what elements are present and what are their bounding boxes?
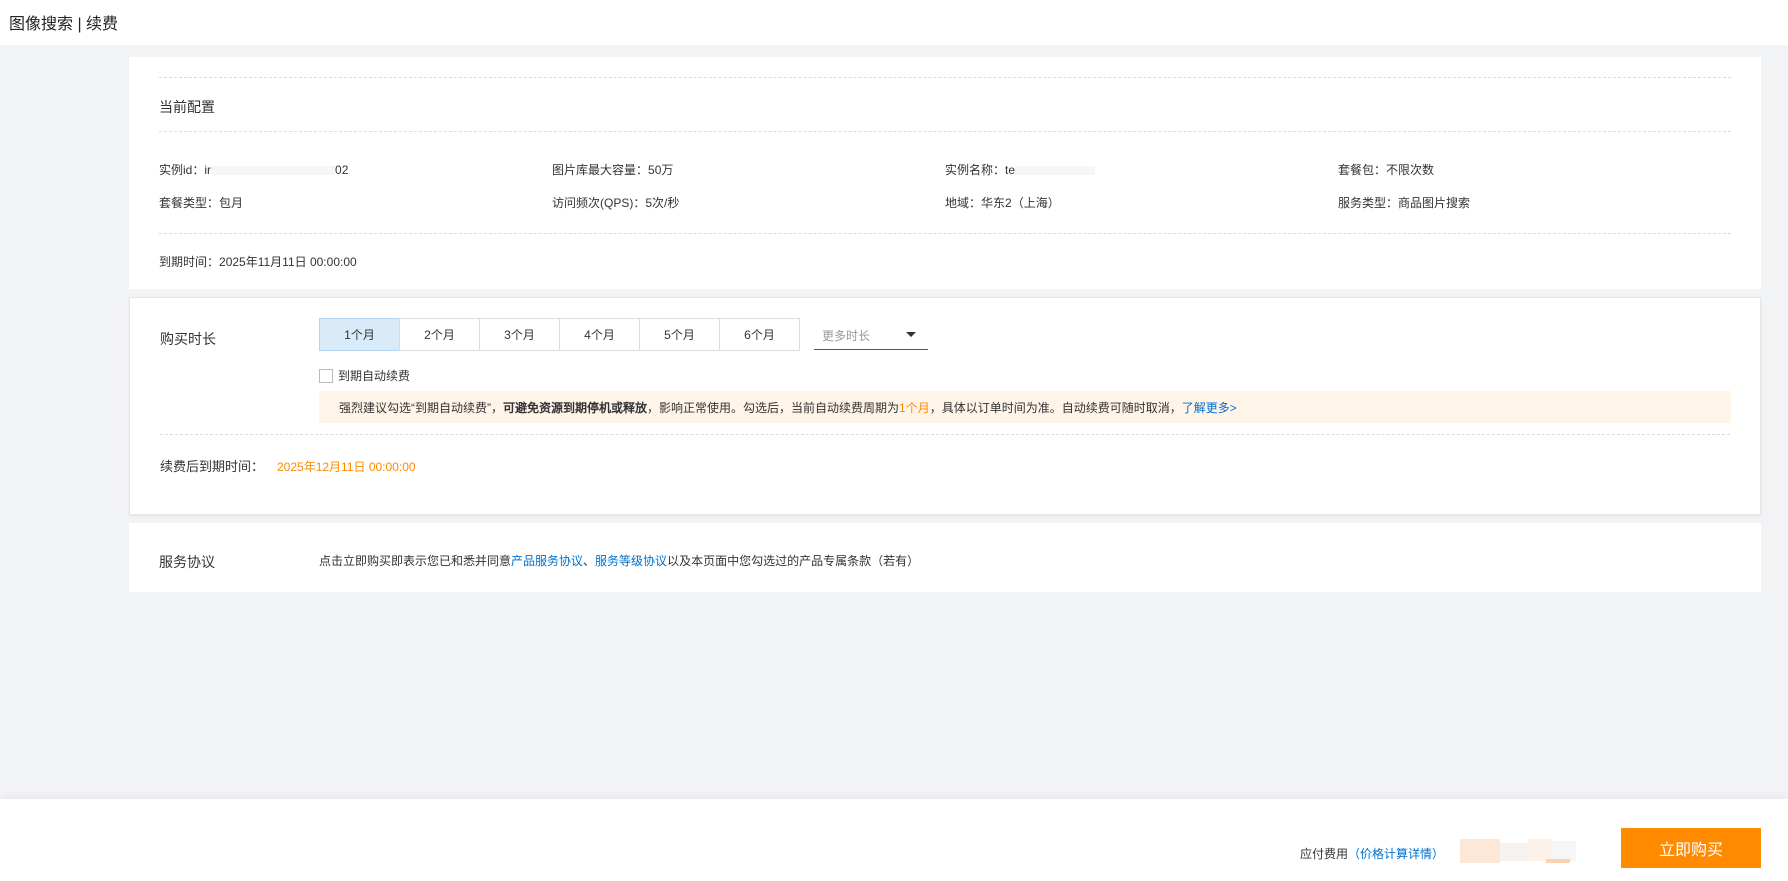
- duration-option-4-months[interactable]: 4个月: [559, 318, 640, 351]
- redaction-mask: [1015, 166, 1096, 176]
- price-redaction-mask: [1460, 839, 1576, 863]
- duration-selector: 1个月 2个月 3个月 4个月 5个月 6个月: [319, 318, 800, 351]
- package-type-value: 包月: [219, 196, 244, 210]
- price-detail-link[interactable]: 价格计算详情: [1360, 847, 1432, 861]
- divider: [159, 77, 1731, 78]
- fee-row: 应付费用（价格计算详情）: [1300, 845, 1444, 862]
- checkout-footer: 应付费用（价格计算详情） 立即购买: [0, 799, 1788, 881]
- instance-name-row: 实例名称：te: [945, 161, 1096, 178]
- instance-id-label: 实例id：: [159, 163, 205, 177]
- qps-row: 访问频次(QPS)：5次/秒: [552, 194, 679, 211]
- agreement-separator: 、: [583, 554, 596, 568]
- duration-option-5-months[interactable]: 5个月: [639, 318, 720, 351]
- caret-down-icon: [906, 332, 916, 337]
- duration-option-6-months[interactable]: 6个月: [719, 318, 800, 351]
- service-type-row: 服务类型：商品图片搜索: [1338, 194, 1470, 211]
- top-bar: 图像搜索 | 续费: [0, 0, 1788, 45]
- renew-expire-value: 2025年12月11日 00:00:00: [277, 460, 416, 474]
- more-duration-placeholder: 更多时长: [822, 329, 871, 343]
- notice-text-1: 强烈建议勾选“到期自动续费”，: [339, 400, 503, 415]
- current-config-card: 当前配置 实例id：ir 02 图片库最大容量：50万 实例名称：te 套餐包：不…: [129, 57, 1761, 289]
- service-agreement-title: 服务协议: [159, 554, 215, 570]
- qps-label: 访问频次(QPS)：: [552, 196, 646, 210]
- agreement-text: 点击立即购买即表示您已和悉并同意产品服务协议、服务等级协议以及本页面中您勾选过的…: [319, 552, 919, 569]
- auto-renew-notice: 强烈建议勾选“到期自动续费”， 可避免资源到期停机或释放 ，影响正常使用。勾选后，当…: [319, 391, 1731, 423]
- region-value: 华东2（上海）: [981, 196, 1060, 210]
- max-capacity-label: 图片库最大容量：: [552, 163, 649, 177]
- divider: [159, 131, 1731, 132]
- package-type-row: 套餐类型：包月: [159, 194, 243, 211]
- package-value: 不限次数: [1386, 163, 1435, 177]
- duration-option-2-months[interactable]: 2个月: [399, 318, 480, 351]
- notice-period: 1个月: [899, 400, 930, 415]
- max-capacity-value: 50万: [648, 163, 674, 177]
- expire-label: 到期时间：: [159, 255, 220, 269]
- instance-name-value-prefix: te: [1005, 163, 1016, 177]
- agreement-text-2: 以及本页面中您勾选过的产品专属条款（若有）: [667, 554, 920, 568]
- package-row: 套餐包：不限次数: [1338, 161, 1434, 178]
- auto-renew-checkbox[interactable]: [319, 368, 333, 383]
- service-type-value: 商品图片搜索: [1398, 196, 1471, 210]
- notice-bold-text: 可避免资源到期停机或释放: [503, 400, 648, 415]
- fee-close-paren: ）: [1432, 847, 1445, 861]
- divider: [160, 434, 1730, 435]
- region-label: 地域：: [945, 196, 982, 210]
- purchase-duration-title: 购买时长: [160, 331, 216, 347]
- more-duration-select[interactable]: 更多时长: [814, 318, 928, 350]
- package-label: 套餐包：: [1338, 163, 1387, 177]
- fee-open-paren: （: [1348, 847, 1361, 861]
- fee-label: 应付费用: [1300, 847, 1349, 861]
- auto-renew-label: 到期自动续费: [338, 369, 411, 383]
- service-agreement-card: 服务协议 点击立即购买即表示您已和悉并同意产品服务协议、服务等级协议以及本页面中…: [129, 523, 1761, 592]
- purchase-duration-card: 购买时长 1个月 2个月 3个月 4个月 5个月 6个月 更多时长 到期自动续费…: [129, 297, 1761, 515]
- region-row: 地域：华东2（上海）: [945, 194, 1060, 211]
- instance-id-value-prefix: ir: [204, 163, 212, 177]
- expire-value: 2025年11月11日 00:00:00: [219, 255, 357, 269]
- divider: [159, 233, 1731, 234]
- service-type-label: 服务类型：: [1338, 196, 1399, 210]
- instance-id-row: 实例id：ir 02: [159, 161, 348, 178]
- max-capacity-row: 图片库最大容量：50万: [552, 161, 673, 178]
- qps-value: 5次/秒: [645, 196, 680, 210]
- package-type-label: 套餐类型：: [159, 196, 220, 210]
- sla-link[interactable]: 服务等级协议: [595, 554, 667, 568]
- expire-row: 到期时间：2025年11月11日 00:00:00: [159, 253, 357, 270]
- agreement-text-1: 点击立即购买即表示您已和悉并同意: [319, 554, 512, 568]
- learn-more-link[interactable]: 了解更多>: [1182, 399, 1237, 416]
- buy-now-button[interactable]: 立即购买: [1621, 828, 1761, 868]
- product-service-agreement-link[interactable]: 产品服务协议: [511, 554, 583, 568]
- notice-text-3: ，具体以订单时间为准。自动续费可随时取消，: [929, 400, 1182, 415]
- instance-name-label: 实例名称：: [945, 163, 1006, 177]
- duration-option-3-months[interactable]: 3个月: [479, 318, 560, 351]
- duration-option-1-month[interactable]: 1个月: [319, 318, 400, 351]
- redaction-mask: [211, 166, 336, 176]
- page-title: 图像搜索 | 续费: [9, 16, 119, 33]
- notice-text-2: ，影响正常使用。勾选后，当前自动续费周期为: [647, 400, 900, 415]
- renew-expire-label: 续费后到期时间：: [160, 459, 265, 474]
- current-config-title: 当前配置: [159, 99, 215, 115]
- instance-id-value-suffix: 02: [335, 163, 349, 177]
- auto-renew-option[interactable]: 到期自动续费: [319, 367, 410, 384]
